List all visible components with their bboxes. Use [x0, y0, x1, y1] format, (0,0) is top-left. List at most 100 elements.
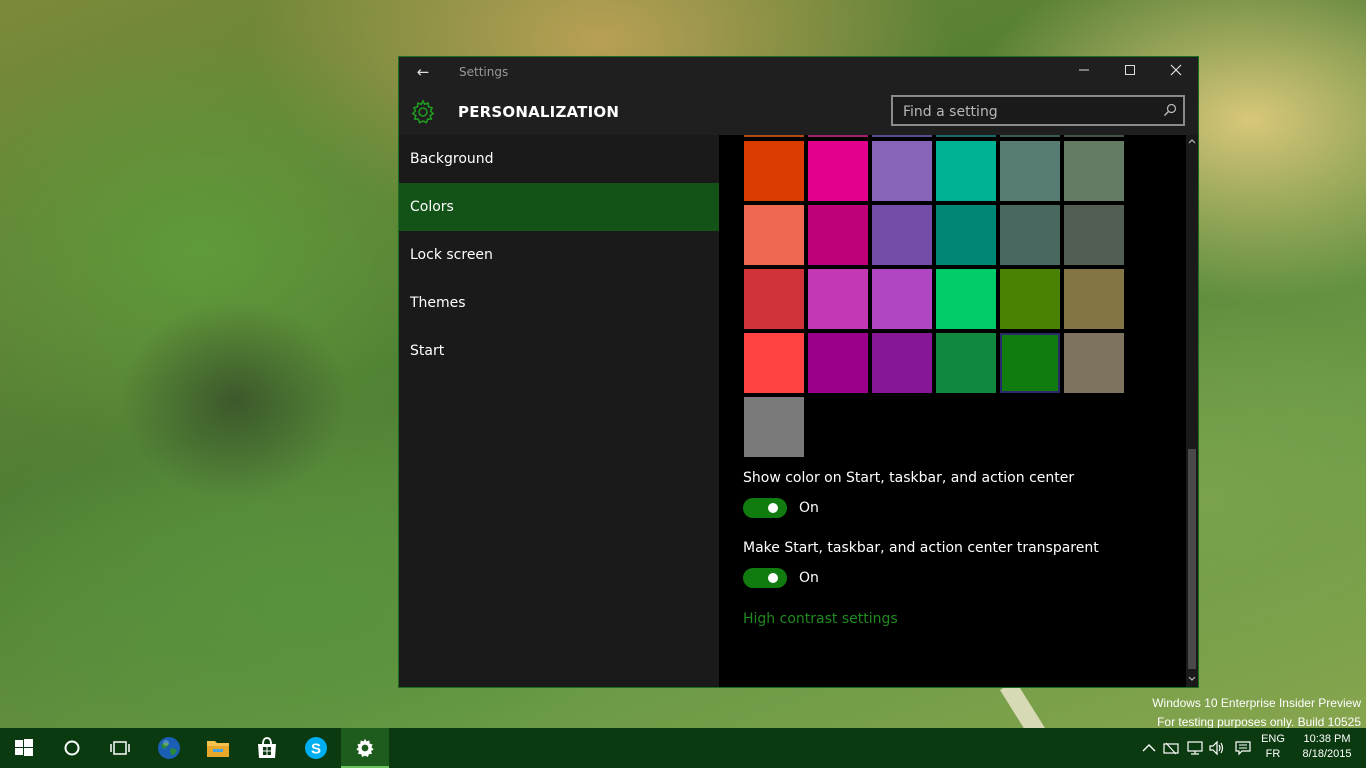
color-swatch[interactable] [744, 135, 804, 137]
back-button[interactable]: ← [409, 62, 437, 82]
clock-time: 10:38 PM [1303, 733, 1351, 745]
toggle-knob [768, 573, 778, 583]
chevron-up-icon [1188, 139, 1196, 144]
transparent-toggle[interactable] [743, 568, 787, 588]
settings-button[interactable] [341, 728, 389, 768]
color-swatch[interactable] [936, 269, 996, 329]
show-color-state: On [799, 500, 819, 516]
input-language[interactable]: ENG FR [1258, 732, 1288, 762]
clock[interactable]: 10:38 PM 8/18/2015 [1296, 732, 1358, 762]
color-swatch[interactable] [1064, 135, 1124, 137]
keyboard-disabled-icon[interactable] [1162, 740, 1180, 756]
sidebar-item-label: Lock screen [410, 247, 493, 263]
browser-globe-icon [158, 737, 180, 759]
color-swatch[interactable] [872, 269, 932, 329]
volume-icon[interactable] [1208, 740, 1226, 756]
store-icon [258, 737, 276, 758]
color-swatch[interactable] [936, 135, 996, 137]
color-swatch[interactable] [936, 333, 996, 393]
page-header: PERSONALIZATION [399, 87, 1198, 135]
start-button[interactable] [0, 728, 48, 768]
cortana-icon [64, 740, 80, 756]
color-swatch[interactable] [808, 141, 868, 201]
sidebar-item-start[interactable]: Start [399, 327, 719, 375]
gear-icon [411, 99, 435, 124]
color-swatch[interactable] [808, 269, 868, 329]
task-view-button[interactable] [96, 728, 144, 768]
watermark-line1: Windows 10 Enterprise Insider Preview [1152, 696, 1361, 710]
sidebar-item-label: Themes [410, 295, 466, 311]
search-input[interactable] [901, 101, 1155, 123]
sidebar-item-colors[interactable]: Colors [399, 183, 719, 231]
color-swatch[interactable] [872, 205, 932, 265]
store-button[interactable] [243, 728, 291, 768]
build-watermark: Windows 10 Enterprise Insider Preview Fo… [1152, 694, 1361, 732]
toggle-knob [768, 503, 778, 513]
action-center-icon[interactable] [1234, 740, 1252, 756]
color-swatch[interactable] [1064, 205, 1124, 265]
scrollbar[interactable] [1186, 135, 1198, 687]
color-swatch[interactable] [744, 141, 804, 201]
chevron-down-icon [1188, 676, 1196, 681]
svg-text:S: S [311, 741, 321, 758]
high-contrast-link[interactable]: High contrast settings [743, 611, 898, 627]
settings-window: ← Settings PERSONALIZATION Backg [398, 56, 1199, 688]
sidebar-item-background[interactable]: Background [399, 135, 719, 183]
color-swatch[interactable] [744, 269, 804, 329]
clock-date: 8/18/2015 [1302, 748, 1352, 760]
color-swatch[interactable] [872, 141, 932, 201]
color-swatch[interactable] [744, 205, 804, 265]
taskbar: S ENG FR 10:38 PM 8/18/2015 [0, 728, 1366, 768]
sidebar-item-label: Background [410, 151, 494, 167]
file-explorer-button[interactable] [194, 728, 242, 768]
color-swatch[interactable] [808, 333, 868, 393]
scroll-down-button[interactable] [1186, 673, 1198, 687]
color-swatch[interactable] [936, 205, 996, 265]
color-swatch[interactable] [1000, 135, 1060, 137]
color-swatch[interactable] [1000, 141, 1060, 201]
window-title: Settings [459, 65, 509, 79]
browser-button[interactable] [145, 728, 193, 768]
chevron-up-icon[interactable] [1140, 740, 1158, 756]
language-primary: ENG [1261, 733, 1285, 745]
color-swatch[interactable] [872, 333, 932, 393]
page-title: PERSONALIZATION [458, 103, 620, 121]
color-swatch[interactable] [808, 205, 868, 265]
color-swatch[interactable] [1000, 269, 1060, 329]
maximize-icon [1125, 65, 1135, 75]
sidebar-item-label: Colors [410, 199, 454, 215]
sidebar-item-lock-screen[interactable]: Lock screen [399, 231, 719, 279]
skype-button[interactable]: S [292, 728, 340, 768]
sidebar: Background Colors Lock screen Themes Sta… [399, 135, 719, 687]
color-swatch[interactable] [936, 141, 996, 201]
show-color-toggle[interactable] [743, 498, 787, 518]
file-explorer-icon [207, 741, 229, 757]
color-swatch[interactable] [1064, 269, 1124, 329]
maximize-button[interactable] [1107, 57, 1153, 87]
color-swatch[interactable] [808, 135, 868, 137]
search-icon[interactable] [1163, 103, 1177, 117]
color-swatch[interactable] [1000, 205, 1060, 265]
close-button[interactable] [1153, 57, 1199, 87]
color-swatch[interactable] [744, 397, 804, 457]
cortana-button[interactable] [48, 728, 96, 768]
skype-icon: S [305, 737, 327, 759]
transparent-state: On [799, 570, 819, 586]
color-swatch-selected[interactable] [1000, 333, 1060, 393]
color-swatch[interactable] [744, 333, 804, 393]
color-swatch[interactable] [1064, 333, 1124, 393]
color-swatch[interactable] [872, 135, 932, 137]
wallpaper-shadow [120, 300, 350, 500]
language-secondary: FR [1265, 748, 1281, 760]
scroll-thumb[interactable] [1188, 449, 1196, 669]
title-bar: ← Settings [399, 57, 1198, 87]
task-view-icon [110, 741, 130, 755]
search-box[interactable] [891, 95, 1185, 126]
transparent-label: Make Start, taskbar, and action center t… [743, 540, 1099, 556]
close-icon [1170, 64, 1182, 76]
network-icon[interactable] [1186, 740, 1204, 756]
sidebar-item-themes[interactable]: Themes [399, 279, 719, 327]
scroll-up-button[interactable] [1186, 135, 1198, 149]
minimize-button[interactable] [1061, 57, 1107, 87]
color-swatch[interactable] [1064, 141, 1124, 201]
